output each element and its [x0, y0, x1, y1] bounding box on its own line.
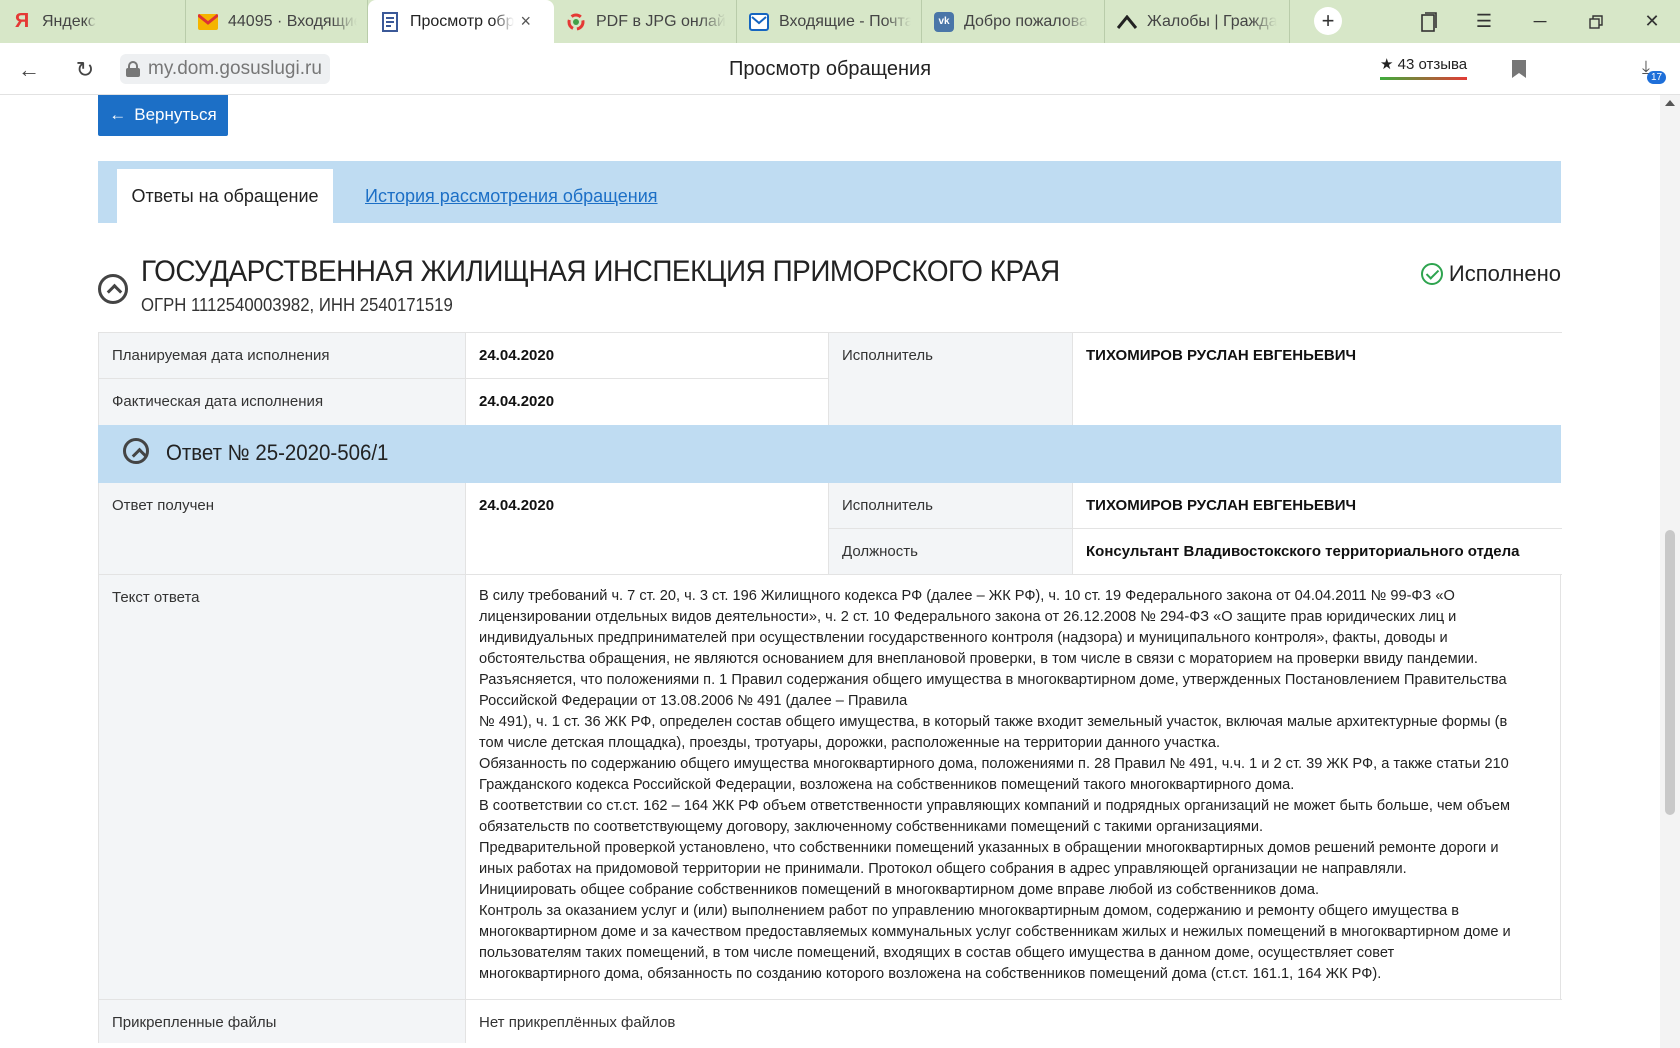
files-label: Прикрепленные файлы	[99, 1000, 465, 1043]
tab-label: Входящие - Почта	[779, 12, 911, 30]
status-label: Исполнено	[1448, 261, 1561, 286]
answer-text-line: том числе детская площадка), проезды, тр…	[479, 735, 1221, 751]
browser-tab-pdf[interactable]: PDF в JPG онлайн	[554, 0, 737, 43]
arrow-left-icon: ←	[109, 104, 127, 124]
answer-text-line: лицензировании отдельных видов деятельно…	[479, 609, 1457, 625]
answer-text-line: обстоятельства обращения, не являются ос…	[479, 651, 1478, 667]
page-content: ← Вернуться Ответы на обращение История …	[0, 95, 1660, 1048]
tab-label: Яндекс	[42, 12, 96, 30]
window-controls: ☰ ─ ✕	[1400, 0, 1680, 43]
position-value: Консультант Владивостокского территориал…	[1073, 529, 1561, 574]
files-value: Нет прикреплённых файлов	[466, 1000, 1561, 1043]
status-badge: Исполнено	[1420, 261, 1561, 287]
tab-label: Добро пожалова	[964, 12, 1088, 30]
answer-text-line: пользователям таких помещений, в том чис…	[479, 945, 1395, 961]
pdf-icon	[566, 12, 586, 32]
document-icon	[380, 11, 400, 32]
tab-history[interactable]: История рассмотрения обращения	[365, 169, 658, 223]
executor-value: ТИХОМИРОВ РУСЛАН ЕВГЕНЬЕВИЧ	[1073, 333, 1561, 425]
close-tab-icon[interactable]: ×	[520, 11, 531, 32]
mail-icon	[198, 12, 218, 32]
address-bar: ← ↻ my.dom.gosuslugi.ru Просмотр обращен…	[0, 43, 1680, 95]
vk-icon: vk	[934, 11, 954, 32]
scroll-thumb[interactable]	[1665, 530, 1675, 815]
answer-text-line: Обязанность по содержанию общего имущест…	[479, 756, 1509, 772]
planned-date-label: Планируемая дата исполнения	[99, 333, 465, 378]
answer-text-line: Контроль за оказанием услуг и (или) выпо…	[479, 903, 1460, 919]
yandex-icon: Я	[14, 10, 30, 32]
scroll-up-icon[interactable]	[1665, 100, 1675, 106]
browser-tab-yandex[interactable]: Я Яндекс	[0, 0, 186, 43]
answer-text-line: № 491), ч. 1 ст. 36 ЖК РФ, определен сос…	[479, 714, 1508, 730]
tab-label: 44095 · Входящие	[228, 12, 357, 30]
organization-name: ГОСУДАРСТВЕННАЯ ЖИЛИЩНАЯ ИНСПЕКЦИЯ ПРИМО…	[141, 255, 1060, 288]
received-value: 24.04.2020	[466, 483, 828, 574]
answer-text-line: Гражданского кодекса Российской Федераци…	[479, 777, 1295, 793]
summary-table: Планируемая дата исполнения 24.04.2020 Ф…	[98, 332, 1562, 425]
close-window-icon[interactable]: ✕	[1624, 0, 1680, 43]
planned-date-value: 24.04.2020	[466, 333, 828, 378]
actual-date-label: Фактическая дата исполнения	[99, 379, 465, 425]
executor-label: Исполнитель	[829, 333, 1072, 425]
answer-text-line: В силу требований ч. 7 ст. 20, ч. 3 ст. …	[479, 588, 1455, 604]
answer-text-label: Текст ответа	[99, 575, 465, 999]
browser-tab-complaints[interactable]: Жалобы | Гражда	[1105, 0, 1290, 43]
answer-executor-value: ТИХОМИРОВ РУСЛАН ЕВГЕНЬЕВИЧ	[1073, 483, 1561, 528]
position-label: Должность	[829, 529, 1072, 574]
back-button-label: Вернуться	[134, 104, 217, 124]
inbox-icon	[749, 12, 769, 32]
answer-header[interactable]: Ответ № 25-2020-506/1	[98, 425, 1561, 483]
answer-text-line: иных работах на придомовой территории не…	[479, 861, 1407, 877]
browser-tab-mail[interactable]: 44095 · Входящие	[186, 0, 368, 43]
tab-label: Просмотр обр	[410, 12, 515, 30]
answer-text-line: многоквартирном доме и за качеством пред…	[479, 924, 1511, 940]
answer-text-line: многоквартирного дома, обязанность по со…	[479, 966, 1382, 982]
organization-header: ГОСУДАРСТВЕННАЯ ЖИЛИЩНАЯ ИНСПЕКЦИЯ ПРИМО…	[98, 255, 1561, 325]
menu-icon[interactable]: ☰	[1456, 0, 1512, 43]
browser-tab-inbox[interactable]: Входящие - Почта	[737, 0, 922, 43]
answer-text-line: Российской Федерации от 13.08.2006 № 491…	[479, 693, 908, 709]
page-scrollbar[interactable]	[1660, 95, 1680, 1048]
answer-text-line: Предварительной проверкой установлено, ч…	[479, 840, 1499, 856]
answer-title: Ответ № 25-2020-506/1	[166, 440, 389, 465]
tab-label: PDF в JPG онлайн	[596, 12, 726, 30]
new-tab-button[interactable]: +	[1314, 7, 1342, 35]
browser-tab-active[interactable]: Просмотр обр ×	[368, 0, 554, 43]
restore-icon[interactable]	[1568, 0, 1624, 43]
organization-ids: ОГРН 1112540003982, ИНН 2540171519	[141, 295, 453, 315]
arrow-logo-icon	[1117, 12, 1137, 32]
answer-text-line: В соответствии со ст.ст. 162 – 164 ЖК РФ…	[479, 798, 1511, 814]
answer-text-line: индивидуальных предпринимателей при осущ…	[479, 630, 1448, 646]
answer-text-line: Инициировать общее собрание собственнико…	[479, 882, 1320, 898]
tab-answers[interactable]: Ответы на обращение	[117, 169, 333, 223]
answer-text: В силу требований ч. 7 ст. 20, ч. 3 ст. …	[479, 586, 1554, 985]
collections-icon[interactable]	[1400, 0, 1456, 43]
appeal-tabs: Ответы на обращение История рассмотрения…	[98, 161, 1561, 223]
back-button[interactable]: ← Вернуться	[98, 95, 228, 136]
downloads-badge: 17	[1647, 71, 1667, 84]
browser-tab-vk[interactable]: vk Добро пожалова	[922, 0, 1105, 43]
actual-date-value: 24.04.2020	[466, 379, 828, 425]
tab-label: Жалобы | Гражда	[1147, 12, 1278, 30]
answer-text-line: обязательств по соответствующему договор…	[479, 819, 1264, 835]
collapse-org-icon[interactable]	[98, 274, 128, 304]
collapse-answer-icon[interactable]	[123, 438, 149, 464]
minimize-icon[interactable]: ─	[1512, 0, 1568, 43]
answer-executor-label: Исполнитель	[829, 483, 1072, 528]
reviews-link[interactable]: ★ 43 отзыва	[1380, 55, 1468, 80]
answer-table: Ответ получен 24.04.2020 Исполнитель ТИХ…	[98, 483, 1562, 1043]
answer-text-line: Разъясняется, что положениями п. 1 Прави…	[479, 672, 1507, 688]
received-label: Ответ получен	[99, 483, 465, 574]
check-circle-icon	[1420, 263, 1443, 285]
